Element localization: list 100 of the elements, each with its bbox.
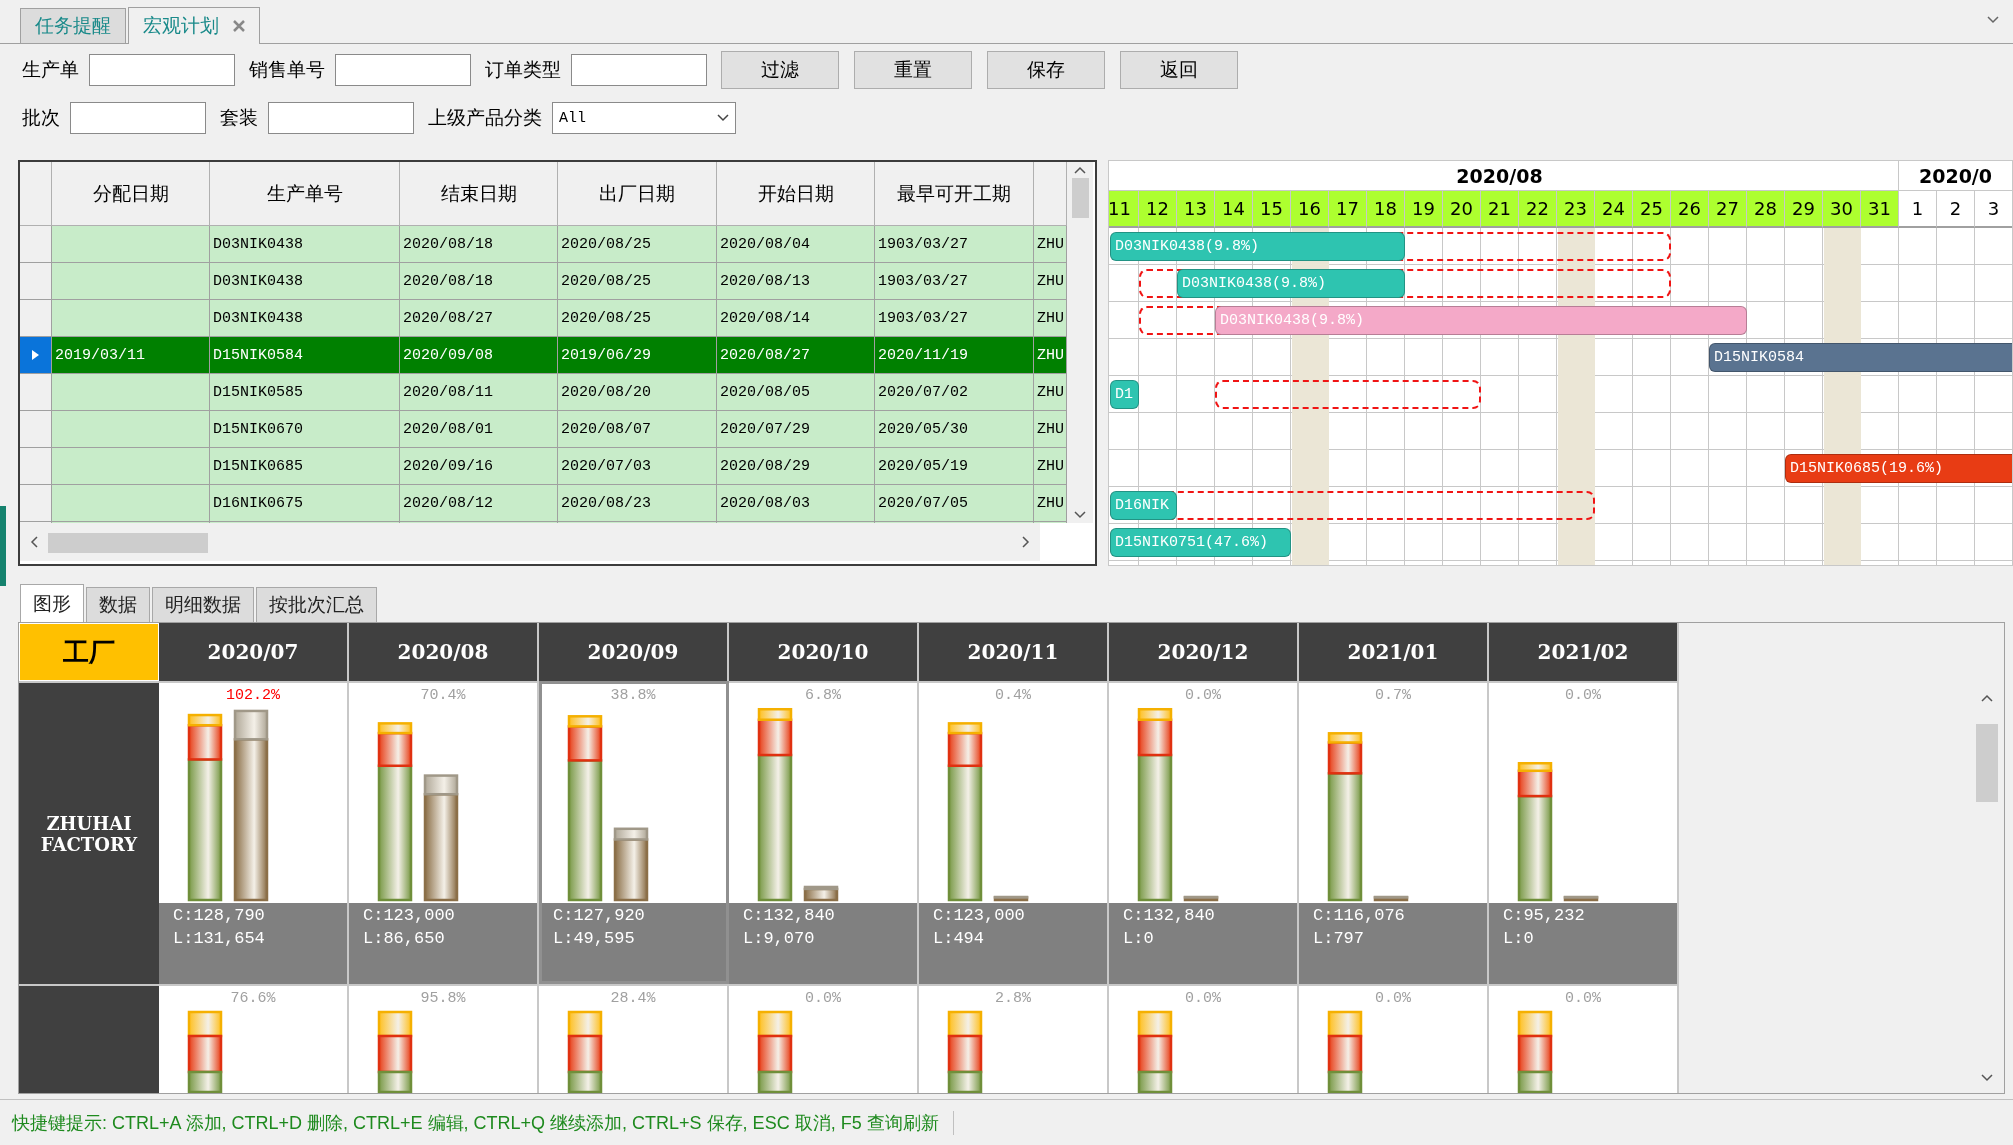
input-field[interactable] xyxy=(335,54,471,86)
month-cell[interactable]: 0.0% xyxy=(729,984,919,1093)
toolbar-button[interactable]: 过滤 xyxy=(721,51,839,89)
table-cell: 2020/09/16 xyxy=(400,448,558,485)
table-cell: 2020/08/20 xyxy=(558,374,717,411)
table-cell: 2020/08/01 xyxy=(400,411,558,448)
table-cell: 2020/08/05 xyxy=(717,374,875,411)
row-header[interactable] xyxy=(20,300,52,337)
table-cell: D03NIK0438 xyxy=(210,226,400,263)
column-header[interactable]: 出厂日期 xyxy=(558,162,717,226)
month-cell[interactable]: 0.0% xyxy=(1299,984,1489,1093)
tab[interactable]: 图形 xyxy=(20,584,84,622)
splitter-handle[interactable] xyxy=(0,506,6,586)
day-header: 16 xyxy=(1291,191,1329,228)
tab[interactable]: 按批次汇总 xyxy=(256,587,377,622)
toolbar-button[interactable]: 保存 xyxy=(987,51,1105,89)
gantt-bar[interactable]: D16NIK xyxy=(1110,491,1177,520)
month-cell[interactable]: 70.4% C:123,000 L:86,650 xyxy=(349,681,539,984)
month-cell[interactable]: 0.0% xyxy=(1109,984,1299,1093)
scroll-thumb[interactable] xyxy=(1071,178,1089,218)
column-header[interactable]: 结束日期 xyxy=(400,162,558,226)
load-value: L:0 xyxy=(1503,929,1535,948)
table-cell: 1903/03/27 xyxy=(875,300,1034,337)
gantt-bar[interactable]: D15NIK0751(47.6%) xyxy=(1110,528,1291,557)
tab[interactable]: 任务提醒 xyxy=(20,8,126,43)
column-header[interactable]: 生产单号 xyxy=(210,162,400,226)
vertical-scrollbar[interactable] xyxy=(1067,162,1093,523)
row-header[interactable] xyxy=(20,337,52,374)
column-header[interactable]: 最早可开工期 xyxy=(875,162,1034,226)
table-cell: 2020/08/04 xyxy=(717,226,875,263)
load-percent: 0.0% xyxy=(804,990,842,1007)
caret-icon[interactable] xyxy=(717,114,729,122)
month-cell[interactable]: 6.8% C:132,840 L:9,070 xyxy=(729,681,919,984)
table-cell: 2020/08/03 xyxy=(717,485,875,522)
month-cell[interactable]: 28.4% xyxy=(539,984,729,1093)
month-cell[interactable]: 38.8% C:127,920 L:49,595 xyxy=(539,681,729,984)
gantt-bar[interactable]: D15NIK0584 xyxy=(1709,343,2012,372)
table-cell: 2020/08/25 xyxy=(558,300,717,337)
toolbar-button[interactable]: 重置 xyxy=(854,51,972,89)
month-cell[interactable]: 0.0% xyxy=(1489,984,1679,1093)
month-cell[interactable]: 95.8% xyxy=(349,984,539,1093)
table-cell: 2020/09/08 xyxy=(400,337,558,374)
month-header: 2020/09 xyxy=(539,623,729,681)
row-header[interactable] xyxy=(20,374,52,411)
dropdown-icon[interactable] xyxy=(1987,16,1999,24)
table-cell: 2020/08/25 xyxy=(558,226,717,263)
tab[interactable]: 宏观计划 xyxy=(128,7,260,44)
scroll-left-icon[interactable] xyxy=(30,536,38,548)
gantt-bar[interactable]: D15NIK0685(19.6%) xyxy=(1785,454,2012,483)
day-header: 15 xyxy=(1253,191,1291,228)
day-header: 17 xyxy=(1329,191,1367,228)
gantt-bar[interactable]: D03NIK0438(9.8%) xyxy=(1177,269,1405,298)
scroll-right-icon[interactable] xyxy=(1022,536,1030,548)
column-header[interactable]: 分配日期 xyxy=(52,162,210,226)
day-header: 23 xyxy=(1557,191,1595,228)
input-field[interactable] xyxy=(89,54,235,86)
table-cell: ZHU xyxy=(1034,411,1067,448)
table-cell: 2020/07/03 xyxy=(558,448,717,485)
scroll-down-icon[interactable] xyxy=(1074,511,1086,519)
dropdown-field[interactable]: All xyxy=(552,102,736,134)
scroll-down-icon[interactable] xyxy=(1981,1074,1993,1082)
month-cell[interactable]: 0.4% C:123,000 L:494 xyxy=(919,681,1109,984)
gantt-bar[interactable]: D03NIK0438(9.8%) xyxy=(1110,232,1405,261)
row-header[interactable] xyxy=(20,226,52,263)
month-cell[interactable]: 0.7% C:116,076 L:797 xyxy=(1299,681,1489,984)
row-header[interactable] xyxy=(20,448,52,485)
scroll-up-icon[interactable] xyxy=(1074,166,1086,174)
scroll-up-icon[interactable] xyxy=(1981,694,1993,702)
input-field[interactable] xyxy=(70,102,206,134)
month-header: 2021/01 xyxy=(1299,623,1489,681)
table-cell: D16NIK0675 xyxy=(210,485,400,522)
month-header: 2020/08 xyxy=(349,623,539,681)
toolbar-button[interactable]: 返回 xyxy=(1120,51,1238,89)
month-cell[interactable]: 76.6% xyxy=(159,984,349,1093)
column-header[interactable]: 开始日期 xyxy=(717,162,875,226)
month-cell[interactable]: 0.0% C:95,232 L:0 xyxy=(1489,681,1679,984)
column-header[interactable] xyxy=(1034,162,1067,226)
row-header[interactable] xyxy=(20,411,52,448)
header-corner[interactable] xyxy=(20,162,52,226)
table-cell: D03NIK0438 xyxy=(210,263,400,300)
capacity-value: C:127,920 xyxy=(553,906,646,925)
input-field[interactable] xyxy=(571,54,707,86)
row-header[interactable] xyxy=(20,263,52,300)
month-cell[interactable]: 0.0% C:132,840 L:0 xyxy=(1109,681,1299,984)
day-header: 19 xyxy=(1405,191,1443,228)
horizontal-scrollbar[interactable] xyxy=(20,523,1040,561)
load-value: L:797 xyxy=(1313,929,1365,948)
tab[interactable]: 数据 xyxy=(86,587,150,622)
capacity-value: C:95,232 xyxy=(1503,906,1586,925)
month-cell[interactable]: 102.2% C:128,790 L:131,654 xyxy=(159,681,349,984)
table-cell: 2019/03/11 xyxy=(52,337,210,374)
month-cell[interactable]: 2.8% xyxy=(919,984,1109,1093)
row-header[interactable] xyxy=(20,485,52,522)
gantt-bar[interactable]: D1 xyxy=(1110,380,1139,409)
load-percent: 95.8% xyxy=(419,990,467,1007)
month-header: 2021/02 xyxy=(1489,623,1679,681)
scroll-thumb[interactable] xyxy=(1976,724,1998,802)
close-icon[interactable] xyxy=(233,20,245,32)
tab[interactable]: 明细数据 xyxy=(152,587,254,622)
input-field[interactable] xyxy=(268,102,414,134)
